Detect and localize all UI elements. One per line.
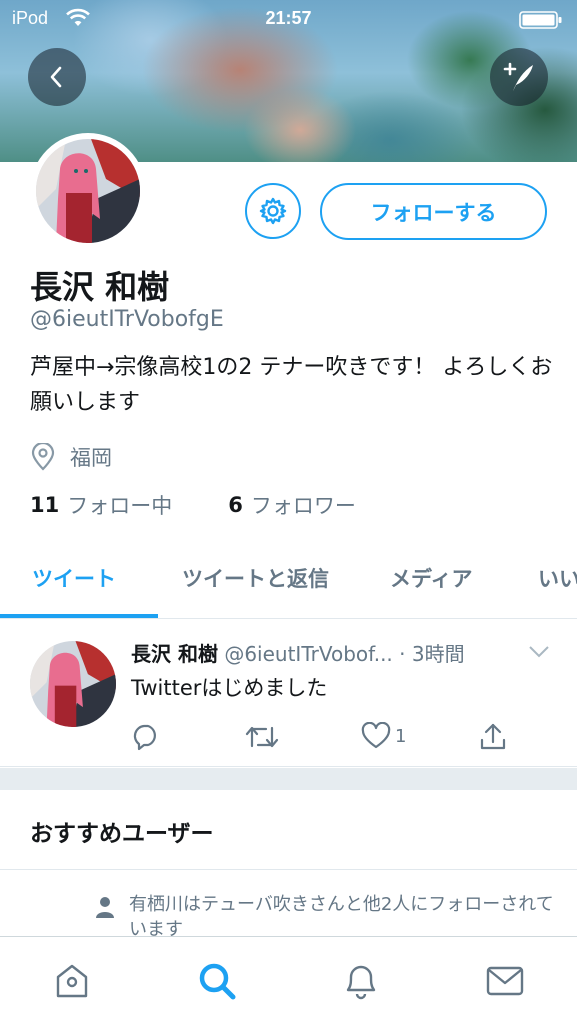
reply-button[interactable] [131,722,161,752]
chevron-left-icon [50,66,62,88]
share-button[interactable] [478,722,508,752]
search-icon [199,963,236,1000]
person-icon [96,897,114,918]
envelope-icon [486,966,524,996]
back-button[interactable] [28,48,86,106]
tweet[interactable]: 長沢 和樹 @6ieutITrVobof... · 3時間 Twitterはじめ… [0,619,577,767]
like-count: 1 [395,725,407,747]
reply-icon [133,724,156,751]
compose-tweet-icon [503,62,533,91]
nav-notifications[interactable] [341,961,381,1001]
recommendation-context: 有栖川はテューバ吹きさんと他2人にフォローされています [95,892,559,942]
tweet-timestamp: · 3時間 [399,642,465,666]
profile-bio: 芦屋中→宗像高校1の2 テナー吹きです！ よろしくお願いします [30,355,553,415]
tweet-avatar[interactable] [30,641,116,727]
battery-icon [519,11,562,29]
tweet-author-handle: @6ieutITrVobof... [224,642,393,666]
profile-avatar[interactable] [30,133,146,249]
recommendations-title: おすすめユーザー [30,821,214,847]
followers-count-link[interactable]: 6 フォロワー [228,490,356,520]
tweet-header: 長沢 和樹 @6ieutITrVobof... · 3時間 [131,638,531,667]
recommendation-social-context: 有栖川はテューバ吹きさんと他2人にフォローされています [129,894,554,940]
nav-search[interactable] [197,961,237,1001]
status-time: 21:57 [265,8,312,28]
follow-counts: 11 フォロー中 6 フォロワー [30,490,356,520]
settings-button[interactable] [245,183,301,239]
gear-icon [259,197,287,225]
like-button[interactable]: 1 [361,722,406,750]
active-tab-indicator [0,614,158,618]
location-pin-icon [31,443,55,471]
bell-icon [346,965,376,1000]
tab-tweets-and-replies[interactable]: ツイートと返信 [182,548,329,618]
tweet-text: Twitterはじめました [131,676,328,700]
profile-location: 福岡 [30,443,112,471]
home-icon [56,964,88,998]
profile-avatar-image [36,139,140,243]
compose-tweet-button[interactable] [490,48,548,106]
heart-icon [361,722,391,749]
location-text: 福岡 [70,446,112,470]
profile-handle: @6ieutITrVobofgE [30,307,224,332]
status-bar: iPod 21:57 [0,0,577,40]
share-icon [480,723,506,750]
follow-button[interactable]: フォローする [320,183,547,240]
tab-media[interactable]: メディア [390,548,473,618]
retweet-icon [245,726,279,748]
following-label: フォロー中 [67,494,173,518]
bottom-tab-bar [0,936,577,1024]
tab-tweets[interactable]: ツイート [32,548,116,618]
followers-count: 6 [228,493,243,517]
chevron-down-icon[interactable] [528,645,550,659]
profile-tabs: ツイート ツイートと返信 メディア いい [0,548,577,619]
retweet-button[interactable] [244,722,280,752]
nav-messages[interactable] [485,961,525,1001]
tab-likes[interactable]: いい [538,548,577,618]
following-count: 11 [30,493,60,517]
followers-label: フォロワー [250,494,356,518]
tweet-author-name: 長沢 和樹 [131,642,218,666]
nav-home[interactable] [52,961,92,1001]
profile-name: 長沢 和樹 [30,268,170,306]
following-count-link[interactable]: 11 フォロー中 [30,490,172,520]
section-divider [0,768,577,790]
recommendations-header: おすすめユーザー [0,790,577,870]
